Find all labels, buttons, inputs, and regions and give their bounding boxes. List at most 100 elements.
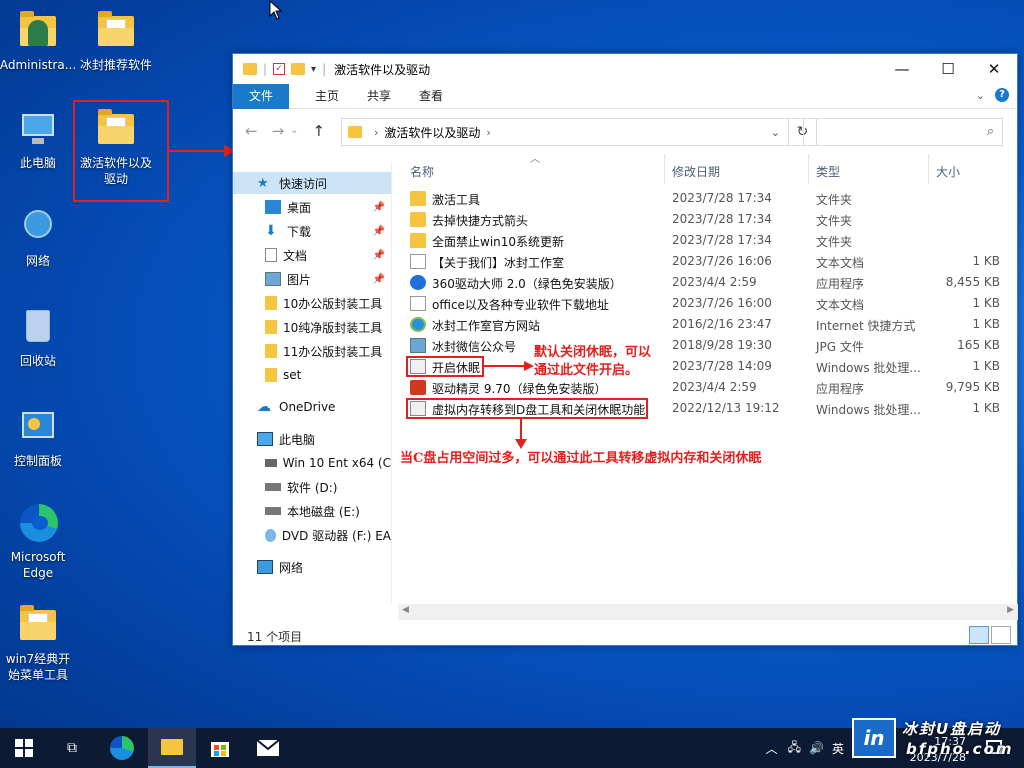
column-header-name[interactable]: 名称 bbox=[410, 160, 434, 184]
maximize-button[interactable]: ☐ bbox=[925, 54, 971, 84]
details-view-button[interactable] bbox=[969, 626, 989, 644]
sidebar-item-pictures[interactable]: 图片 📌 bbox=[233, 268, 391, 290]
desktop-icon-network[interactable]: 网络 bbox=[0, 206, 76, 269]
table-row[interactable]: 激活工具 2023/7/28 17:34 文件夹 bbox=[398, 188, 1018, 209]
tab-home[interactable]: 主页 bbox=[301, 84, 353, 109]
volume-icon[interactable]: 🔊 bbox=[809, 741, 824, 755]
close-button[interactable]: ✕ bbox=[971, 54, 1017, 84]
annotation-virtual-memory-note: 当C盘占用空间过多，可以通过此工具转移虚拟内存和关闭休眠 bbox=[400, 451, 762, 466]
sidebar-item-downloads[interactable]: ⬇ 下载 📌 bbox=[233, 220, 391, 242]
forward-arrow-icon[interactable]: → bbox=[272, 122, 285, 140]
breadcrumb[interactable]: 激活软件以及驱动 bbox=[384, 124, 480, 141]
recycle-bin-icon bbox=[16, 306, 60, 350]
column-header-type[interactable]: 类型 bbox=[816, 160, 840, 184]
computer-icon bbox=[16, 108, 60, 152]
table-row[interactable]: 冰封工作室官方网站 2016/2/16 23:47 Internet 快捷方式 1 K… bbox=[398, 314, 1018, 335]
horizontal-scrollbar[interactable]: ◀ ▶ bbox=[398, 604, 1018, 620]
start-button[interactable] bbox=[0, 728, 48, 768]
folder-icon bbox=[348, 126, 362, 138]
column-header-size[interactable]: 大小 bbox=[936, 160, 960, 184]
sidebar-item-onedrive[interactable]: ☁ OneDrive bbox=[233, 396, 391, 418]
folder-icon bbox=[16, 604, 60, 648]
back-arrow-icon[interactable]: ← bbox=[245, 122, 258, 140]
sidebar-item-drive-d[interactable]: 软件 (D:) bbox=[233, 476, 391, 498]
taskbar-mail[interactable] bbox=[244, 728, 292, 768]
recent-locations-chevron-icon[interactable]: ⌄ bbox=[290, 125, 298, 140]
title-bar: | ✓ ▾ | 激活软件以及驱动 — ☐ ✕ bbox=[233, 54, 1017, 84]
text-doc-icon bbox=[410, 296, 426, 311]
table-row[interactable]: 驱动精灵 9.70（绿色免安装版） 2023/4/4 2:59 应用程序 9,795 … bbox=[398, 377, 1018, 398]
tab-view[interactable]: 查看 bbox=[405, 84, 457, 109]
large-icons-view-button[interactable] bbox=[991, 626, 1011, 644]
sidebar-item-quick-access[interactable]: ★ 快速访问 bbox=[233, 172, 391, 194]
sidebar-item-this-pc[interactable]: 此电脑 bbox=[233, 428, 391, 450]
sidebar-item-folder[interactable]: set bbox=[233, 364, 391, 386]
desktop-icon-label: win7经典开始菜单工具 bbox=[5, 652, 71, 682]
desktop-icon-recycle-bin[interactable]: 回收站 bbox=[0, 306, 76, 369]
input-language[interactable]: 英 bbox=[832, 740, 844, 757]
address-bar[interactable]: › 激活软件以及驱动 › ⌄ bbox=[341, 118, 789, 146]
breadcrumb-chevron-icon: › bbox=[374, 125, 379, 139]
taskbar-edge[interactable] bbox=[98, 728, 146, 768]
window-title: 激活软件以及驱动 bbox=[334, 62, 431, 77]
new-folder-icon[interactable] bbox=[291, 63, 306, 75]
store-icon bbox=[211, 742, 229, 757]
folder-icon bbox=[265, 320, 277, 334]
scroll-left-icon[interactable]: ◀ bbox=[402, 605, 409, 615]
brand-watermark: in 冰封U盘启动 bfpho.com bbox=[848, 712, 1024, 768]
desktop-icon-control-panel[interactable]: 控制面板 bbox=[0, 406, 76, 469]
annotation-hibernate-note: 默认关闭休眠，可以 通过此文件开启。 bbox=[534, 345, 652, 378]
desktop-icon-label: 回收站 bbox=[19, 354, 56, 368]
desktop-icon-edge[interactable]: Microsoft Edge bbox=[0, 502, 76, 581]
desktop-icon-this-pc[interactable]: 此电脑 bbox=[0, 108, 76, 171]
ribbon-tabs: 文件 主页 共享 查看 ⌄ ? bbox=[233, 83, 1017, 109]
pictures-icon bbox=[265, 272, 281, 286]
help-icon[interactable]: ? bbox=[995, 88, 1009, 102]
table-row[interactable]: office以及各种专业软件下载地址 2023/7/26 16:00 文本文档 1 K… bbox=[398, 293, 1018, 314]
taskbar-file-explorer[interactable] bbox=[148, 728, 196, 768]
taskbar-store[interactable] bbox=[196, 728, 244, 768]
star-icon: ★ bbox=[257, 176, 269, 191]
desktop-icon-label: 冰封推荐软件 bbox=[79, 58, 152, 72]
network-globe-icon bbox=[16, 206, 60, 250]
table-row[interactable]: 【关于我们】冰封工作室 2023/7/26 16:06 文本文档 1 KB bbox=[398, 251, 1018, 272]
up-arrow-icon[interactable]: ↑ bbox=[313, 122, 326, 140]
annotation-arrow-right bbox=[484, 361, 534, 371]
desktop-icon-administrator[interactable]: Administra... bbox=[0, 10, 76, 73]
customize-toolbar-chevron-icon[interactable]: ▾ bbox=[311, 64, 316, 75]
sidebar-item-documents[interactable]: 文档 📌 bbox=[233, 244, 391, 266]
task-view-button[interactable]: ⧉ bbox=[48, 728, 96, 768]
document-icon bbox=[265, 248, 277, 262]
column-header-date[interactable]: 修改日期 bbox=[672, 160, 720, 184]
expand-ribbon-chevron-icon[interactable]: ⌄ bbox=[976, 89, 985, 102]
sidebar-item-folder[interactable]: 10办公版封装工具 bbox=[233, 292, 391, 314]
properties-icon[interactable]: ✓ bbox=[273, 63, 286, 75]
scroll-right-icon[interactable]: ▶ bbox=[1007, 605, 1014, 615]
desktop-icon-recommended-software[interactable]: 冰封推荐软件 bbox=[78, 10, 154, 73]
sidebar-item-drive-c[interactable]: Win 10 Ent x64 (C bbox=[233, 452, 391, 474]
tab-share[interactable]: 共享 bbox=[353, 84, 405, 109]
search-icon: ⌕ bbox=[986, 124, 994, 139]
show-hidden-icons-chevron-icon[interactable]: ︿ bbox=[766, 740, 778, 757]
highlight-box-virtual-memory bbox=[406, 398, 648, 419]
table-row[interactable]: 全面禁止win10系统更新 2023/7/28 17:34 文件夹 bbox=[398, 230, 1018, 251]
sidebar-item-folder[interactable]: 10纯净版封装工具 bbox=[233, 316, 391, 338]
address-dropdown-chevron-icon[interactable]: ⌄ bbox=[771, 126, 780, 139]
status-bar: 11 个项目 bbox=[233, 624, 1017, 646]
table-row[interactable]: 去掉快捷方式箭头 2023/7/28 17:34 文件夹 bbox=[398, 209, 1018, 230]
sidebar-item-drive-e[interactable]: 本地磁盘 (E:) bbox=[233, 500, 391, 522]
desktop-icon bbox=[265, 200, 281, 214]
table-row[interactable]: 冰封微信公众号 2018/9/28 19:30 JPG 文件 165 KB bbox=[398, 335, 1018, 356]
file-list: ︿ 名称 修改日期 类型 大小 激活工具 2023/7/28 17:34 文件夹 去… bbox=[398, 154, 1018, 604]
sidebar-item-network[interactable]: 网络 bbox=[233, 556, 391, 578]
tab-file[interactable]: 文件 bbox=[233, 83, 290, 109]
minimize-button[interactable]: — bbox=[879, 54, 925, 84]
desktop-icon-win7-start-menu[interactable]: win7经典开始菜单工具 bbox=[0, 604, 76, 683]
folder-icon bbox=[410, 233, 426, 248]
sidebar-item-dvd-drive[interactable]: DVD 驱动器 (F:) EA bbox=[233, 524, 391, 546]
network-status-icon[interactable]: 🖧 bbox=[788, 738, 801, 759]
sidebar-item-desktop[interactable]: 桌面 📌 bbox=[233, 196, 391, 218]
table-row[interactable]: 360驱动大师 2.0（绿色免安装版） 2023/4/4 2:59 应用程序 8,45… bbox=[398, 272, 1018, 293]
sidebar-item-folder[interactable]: 11办公版封装工具 bbox=[233, 340, 391, 362]
search-input[interactable]: ⌕ bbox=[803, 118, 1003, 146]
